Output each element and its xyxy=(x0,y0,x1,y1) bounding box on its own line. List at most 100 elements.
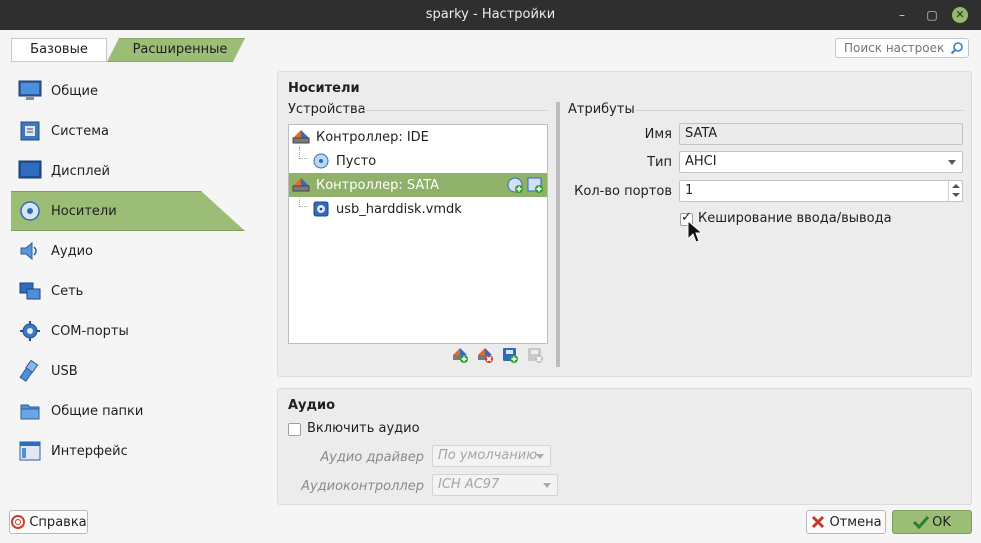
ok-button[interactable]: OK xyxy=(892,510,972,534)
audio-controller-label: Аудиоконтроллер xyxy=(301,479,424,494)
search-input[interactable] xyxy=(836,39,946,57)
sidebar-item-storage[interactable]: Носители xyxy=(11,191,245,231)
spin-down-icon[interactable] xyxy=(952,193,960,197)
tree-item-label: usb_harddisk.vmdk xyxy=(336,201,462,217)
sidebar-item-label: Аудио xyxy=(51,243,93,259)
audio-driver-value: По умолчанию xyxy=(438,448,538,463)
storage-section: Носители Устройства Контроллер: IDE Пуст… xyxy=(277,71,972,377)
tree-item-empty-drive[interactable]: Пусто xyxy=(289,149,547,173)
sidebar-item-usb[interactable]: USB xyxy=(11,351,245,391)
audio-speaker-icon xyxy=(17,238,43,264)
shared-folder-icon xyxy=(17,398,43,424)
audio-section: Аудио Включить аудио Аудио драйвер По ум… xyxy=(277,388,972,505)
storage-tree[interactable]: Контроллер: IDE Пусто Контроллер: SATA u… xyxy=(288,124,548,344)
tree-item-label: Контроллер: SATA xyxy=(316,177,440,193)
tree-item-label: Контроллер: IDE xyxy=(316,129,429,145)
sata-controller-icon xyxy=(292,176,310,194)
tab-basic[interactable]: Базовые xyxy=(11,38,107,62)
optical-disc-icon xyxy=(312,152,330,170)
type-label: Тип xyxy=(647,155,672,170)
sidebar-item-display[interactable]: Дисплей xyxy=(11,151,245,191)
io-cache-label: Кеширование ввода/вывода xyxy=(698,211,892,226)
ok-button-label: OK xyxy=(932,514,951,530)
cancel-button[interactable]: Отмена xyxy=(806,510,886,534)
enable-audio-checkbox[interactable] xyxy=(288,423,301,436)
sidebar-item-label: Общие папки xyxy=(51,403,144,419)
devices-divider xyxy=(362,110,548,111)
remove-controller-icon[interactable] xyxy=(476,346,494,364)
cancel-button-label: Отмена xyxy=(829,514,882,530)
audio-driver-select[interactable]: По умолчанию xyxy=(432,445,551,467)
sidebar-item-label: Носители xyxy=(51,203,117,219)
name-label: Имя xyxy=(644,127,672,142)
port-count-value: 1 xyxy=(685,183,694,198)
help-button[interactable]: Справка xyxy=(9,510,88,534)
settings-search xyxy=(835,38,969,58)
pane-splitter[interactable] xyxy=(556,102,560,367)
display-monitor-icon xyxy=(17,158,43,184)
sidebar-item-interface[interactable]: Интерфейс xyxy=(11,431,245,471)
ide-controller-icon xyxy=(292,128,310,146)
sidebar-item-label: USB xyxy=(51,363,78,379)
add-attachment-icon[interactable] xyxy=(501,346,519,364)
maximize-icon[interactable]: ▢ xyxy=(924,7,940,23)
sidebar-item-audio[interactable]: Аудио xyxy=(11,231,245,271)
port-count-label: Кол-во портов xyxy=(574,184,672,199)
audio-title: Аудио xyxy=(288,398,336,413)
remove-attachment-icon[interactable] xyxy=(526,346,544,364)
sidebar-item-network[interactable]: Сеть xyxy=(11,271,245,311)
audio-driver-label: Аудио драйвер xyxy=(320,450,424,465)
attributes-label: Атрибуты xyxy=(568,102,635,117)
mode-tabs: Базовые Расширенные xyxy=(11,38,245,62)
search-icon[interactable] xyxy=(950,41,964,55)
cancel-icon xyxy=(810,514,826,530)
help-icon xyxy=(10,514,26,530)
sidebar-item-label: Общие xyxy=(51,83,98,99)
sidebar-item-serial-ports[interactable]: COM-порты xyxy=(11,311,245,351)
usb-icon xyxy=(17,358,43,384)
mouse-cursor-icon xyxy=(687,220,703,243)
audio-controller-select[interactable]: ICH AC97 xyxy=(432,474,558,496)
help-button-label: Справка xyxy=(29,514,87,530)
storage-disk-icon xyxy=(17,198,43,224)
window-titlebar: sparky - Настройки – ▢ ✕ xyxy=(0,0,981,30)
controller-name-field[interactable]: SATA xyxy=(679,123,963,145)
close-icon[interactable]: ✕ xyxy=(952,7,968,23)
minimize-icon[interactable]: – xyxy=(894,7,910,23)
interface-window-icon xyxy=(17,438,43,464)
storage-title: Носители xyxy=(288,81,360,96)
tab-advanced[interactable]: Расширенные xyxy=(107,38,245,62)
sidebar-item-system[interactable]: Система xyxy=(11,111,245,151)
settings-sidebar: Общие Система Дисплей Носители Аудио Сет… xyxy=(11,71,245,471)
audio-controller-value: ICH AC97 xyxy=(438,477,500,492)
chevron-down-icon xyxy=(543,483,551,488)
devices-label: Устройства xyxy=(288,102,366,117)
serial-port-icon xyxy=(17,318,43,344)
tree-item-hard-disk[interactable]: usb_harddisk.vmdk xyxy=(289,197,547,221)
enable-audio-label: Включить аудио xyxy=(307,421,420,436)
hard-disk-icon xyxy=(312,200,330,218)
spin-up-icon[interactable] xyxy=(952,184,960,188)
system-chip-icon xyxy=(17,118,43,144)
tree-item-ide-controller[interactable]: Контроллер: IDE xyxy=(289,125,547,149)
sidebar-item-label: Дисплей xyxy=(51,163,111,179)
window-title: sparky - Настройки xyxy=(425,7,556,22)
sidebar-item-label: Сеть xyxy=(51,283,84,299)
port-count-spinbox[interactable]: 1 xyxy=(679,180,963,202)
spin-buttons[interactable] xyxy=(948,181,962,201)
add-optical-drive-icon[interactable] xyxy=(506,176,524,194)
sidebar-item-label: COM-порты xyxy=(51,323,129,339)
tree-item-sata-controller[interactable]: Контроллер: SATA xyxy=(289,173,547,197)
add-controller-icon[interactable] xyxy=(451,346,469,364)
checkmark-icon xyxy=(913,514,930,530)
sidebar-item-label: Интерфейс xyxy=(51,443,128,459)
controller-type-value: AHCI xyxy=(685,154,717,169)
network-icon xyxy=(17,278,43,304)
sidebar-item-shared-folders[interactable]: Общие папки xyxy=(11,391,245,431)
controller-type-select[interactable]: AHCI xyxy=(679,151,963,173)
attributes-divider xyxy=(636,110,964,111)
chevron-down-icon xyxy=(948,160,956,165)
add-hard-disk-icon[interactable] xyxy=(526,176,544,194)
sidebar-item-general[interactable]: Общие xyxy=(11,71,245,111)
general-monitor-icon xyxy=(17,78,43,104)
